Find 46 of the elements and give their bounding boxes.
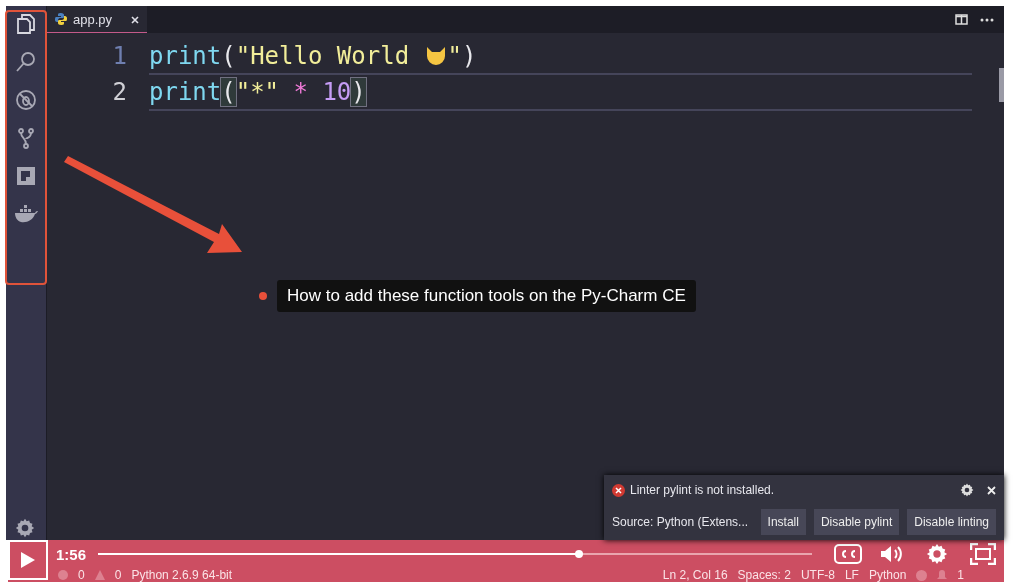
- error-count-icon: [58, 570, 68, 580]
- more-icon[interactable]: [980, 17, 994, 22]
- editor-tab[interactable]: app.py: [47, 6, 147, 33]
- search-icon[interactable]: [14, 50, 38, 74]
- code-line: print("Hello World "): [149, 37, 972, 75]
- settings-icon[interactable]: [15, 518, 35, 538]
- line-number: 1: [111, 42, 128, 70]
- action-button[interactable]: Disable pylint: [813, 509, 900, 535]
- status-item[interactable]: Python: [868, 568, 907, 582]
- matched-bracket: (: [221, 78, 236, 106]
- time-label: 1:56: [56, 545, 87, 563]
- extensions-icon[interactable]: [14, 164, 38, 188]
- notification-source: Source: Python (Extens...: [612, 515, 749, 529]
- close-icon[interactable]: [987, 485, 996, 495]
- code-line: print("*" * 10): [149, 73, 972, 111]
- tooltip-text: How to add these function tools on the Py-Charm CE: [277, 280, 696, 312]
- split-editor-icon[interactable]: [955, 14, 968, 25]
- progress-thumb[interactable]: [574, 550, 583, 558]
- status-item[interactable]: LF: [844, 568, 859, 582]
- status-item[interactable]: UTF-8: [800, 568, 835, 582]
- fullscreen-icon[interactable]: [970, 543, 996, 565]
- captions-icon[interactable]: [834, 544, 862, 564]
- action-button[interactable]: Install: [760, 509, 806, 535]
- play-icon: [21, 552, 35, 568]
- action-button[interactable]: Disable linting: [907, 509, 996, 535]
- tab-label: app.py: [73, 11, 114, 27]
- warning-count: 0: [114, 568, 122, 582]
- warning-icon: [94, 570, 105, 580]
- settings-icon[interactable]: [960, 483, 974, 497]
- error-icon: [612, 483, 625, 497]
- marker-dot[interactable]: [259, 292, 267, 300]
- scrollbar-thumb[interactable]: [999, 68, 1004, 102]
- status-item[interactable]: Ln 2, Col 16: [662, 568, 728, 582]
- debug-icon[interactable]: [14, 88, 38, 112]
- play-button[interactable]: [8, 540, 48, 580]
- line-number: 2: [111, 78, 128, 106]
- notification-count: 1: [957, 568, 964, 582]
- matched-bracket: ): [351, 78, 366, 106]
- volume-icon[interactable]: [880, 544, 904, 564]
- notification-message: Linter pylint is not installed.: [630, 483, 776, 497]
- python-icon: [55, 13, 67, 25]
- error-count: 0: [78, 568, 85, 582]
- status-item[interactable]: Spaces: 2: [737, 568, 791, 582]
- interpreter-label[interactable]: Python 2.6.9 64-bit: [131, 568, 233, 582]
- files-icon[interactable]: [14, 12, 38, 36]
- settings-icon[interactable]: [926, 543, 948, 565]
